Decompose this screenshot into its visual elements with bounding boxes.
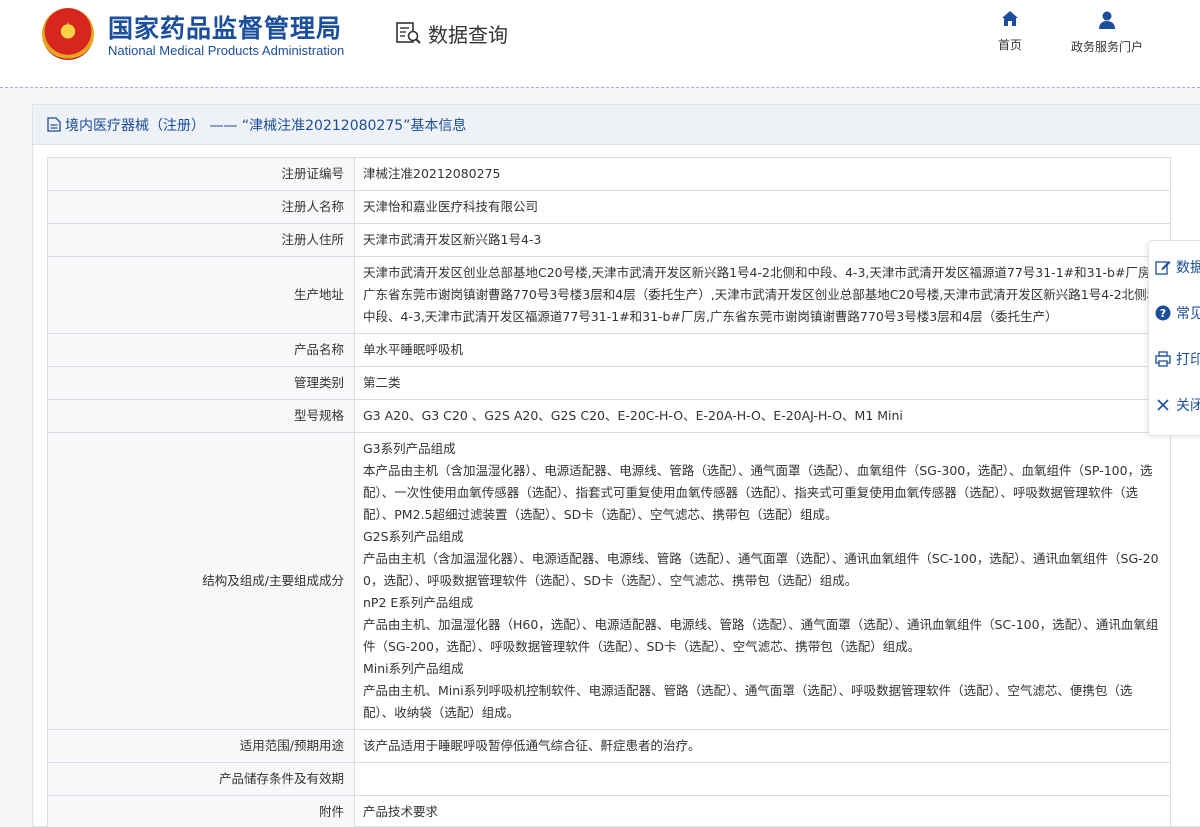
field-value: 天津怡和嘉业医疗科技有限公司 bbox=[354, 190, 1171, 224]
data-correction-button[interactable]: 数据纠错 bbox=[1155, 255, 1200, 279]
field-label: 附件 bbox=[47, 795, 355, 827]
composition-line: Mini系列产品组成 bbox=[363, 661, 464, 676]
faq-label: 常见问题 bbox=[1176, 306, 1200, 322]
table-row: 适用范围/预期用途 该产品适用于睡眠呼吸暂停低通气综合征、鼾症患者的治疗。 bbox=[47, 729, 1171, 763]
composition-line: nP2 E系列产品组成 bbox=[363, 595, 474, 610]
info-table: 注册证编号 津械注准20212080275 注册人名称 天津怡和嘉业医疗科技有限… bbox=[47, 157, 1171, 827]
nav-home-label: 首页 bbox=[997, 38, 1022, 52]
site-title-cn[interactable]: 国家药品监督管理局 bbox=[108, 9, 342, 45]
home-icon bbox=[1002, 11, 1018, 26]
data-query-icon bbox=[396, 22, 421, 44]
table-row: 产品储存条件及有效期 bbox=[47, 762, 1171, 796]
field-value: 该产品适用于睡眠呼吸暂停低通气综合征、鼾症患者的治疗。 bbox=[354, 729, 1171, 763]
field-label: 产品名称 bbox=[47, 333, 355, 367]
field-value: G3 A20、G3 C20 、G2S A20、G2S C20、E-20C-H-O… bbox=[354, 399, 1171, 433]
composition-line: 产品由主机（含加温湿化器）、电源适配器、电源线、管路（选配）、通气面罩（选配）、… bbox=[363, 551, 1159, 588]
field-value: 津械注准20212080275 bbox=[354, 157, 1171, 191]
field-value-multiline: G3系列产品组成 本产品由主机（含加温湿化器）、电源适配器、电源线、管路（选配）… bbox=[354, 432, 1171, 730]
table-row: 管理类别 第二类 bbox=[47, 366, 1171, 400]
field-label: 适用范围/预期用途 bbox=[47, 729, 355, 763]
composition-line: G2S系列产品组成 bbox=[363, 529, 464, 544]
field-label: 生产地址 bbox=[47, 256, 355, 334]
field-value bbox=[354, 762, 1171, 796]
panel-title: 境内医疗器械（注册） —— “津械注准20212080275”基本信息 bbox=[65, 117, 467, 134]
print-icon bbox=[1155, 351, 1171, 367]
info-table-wrapper: 注册证编号 津械注准20212080275 注册人名称 天津怡和嘉业医疗科技有限… bbox=[47, 157, 1171, 827]
field-label: 注册人名称 bbox=[47, 190, 355, 224]
floating-toolbar: 数据纠错 ? 常见问题 打印 关闭 bbox=[1148, 240, 1200, 436]
print-label: 打印 bbox=[1176, 352, 1200, 368]
table-row: 型号规格 G3 A20、G3 C20 、G2S A20、G2S C20、E-20… bbox=[47, 399, 1171, 433]
nav-home[interactable]: 首页 bbox=[960, 10, 1060, 53]
table-row: 结构及组成/主要组成成分 G3系列产品组成 本产品由主机（含加温湿化器）、电源适… bbox=[47, 432, 1171, 730]
field-label: 产品储存条件及有效期 bbox=[47, 762, 355, 796]
data-query-link[interactable]: 数据查询 bbox=[396, 20, 508, 47]
table-row: 产品名称 单水平睡眠呼吸机 bbox=[47, 333, 1171, 367]
svg-text:?: ? bbox=[1160, 307, 1166, 320]
table-row: 注册人住所 天津市武清开发区新兴路1号4-3 bbox=[47, 223, 1171, 257]
composition-line: G3系列产品组成 bbox=[363, 441, 456, 456]
nav-service-portal[interactable]: 政务服务门户 bbox=[1057, 10, 1157, 55]
help-icon: ? bbox=[1155, 305, 1171, 321]
field-value: 天津市武清开发区新兴路1号4-3 bbox=[354, 223, 1171, 257]
nav-service-portal-label: 政务服务门户 bbox=[1070, 40, 1143, 54]
composition-line: 产品由主机、Mini系列呼吸机控制软件、电源适配器、管路（选配）、通气面罩（选配… bbox=[363, 683, 1133, 720]
table-row: 注册人名称 天津怡和嘉业医疗科技有限公司 bbox=[47, 190, 1171, 224]
attachment-link[interactable]: 产品技术要求 bbox=[354, 795, 1171, 827]
field-label: 注册人住所 bbox=[47, 223, 355, 257]
user-icon bbox=[1099, 11, 1115, 29]
detail-panel: 境内医疗器械（注册） —— “津械注准20212080275”基本信息 注册证编… bbox=[32, 104, 1200, 827]
table-row: 附件 产品技术要求 bbox=[47, 795, 1171, 827]
site-header: 国家药品监督管理局 National Medical Products Admi… bbox=[0, 0, 1200, 88]
field-value: 第二类 bbox=[354, 366, 1171, 400]
field-value: 单水平睡眠呼吸机 bbox=[354, 333, 1171, 367]
table-row: 生产地址 天津市武清开发区创业总部基地C20号楼,天津市武清开发区新兴路1号4-… bbox=[47, 256, 1171, 334]
panel-title-bar: 境内医疗器械（注册） —— “津械注准20212080275”基本信息 bbox=[33, 105, 1200, 145]
field-value: 天津市武清开发区创业总部基地C20号楼,天津市武清开发区新兴路1号4-2北侧和中… bbox=[354, 256, 1171, 334]
site-title-en[interactable]: National Medical Products Administration bbox=[108, 43, 344, 58]
composition-line: 产品由主机、加温湿化器（H60，选配）、电源适配器、电源线、管路（选配）、通气面… bbox=[363, 617, 1159, 654]
close-label: 关闭 bbox=[1176, 398, 1200, 414]
faq-button[interactable]: ? 常见问题 bbox=[1155, 301, 1200, 325]
edit-icon bbox=[1155, 261, 1171, 275]
print-button[interactable]: 打印 bbox=[1155, 347, 1200, 371]
field-label: 型号规格 bbox=[47, 399, 355, 433]
close-button[interactable]: 关闭 bbox=[1155, 393, 1200, 417]
field-label: 管理类别 bbox=[47, 366, 355, 400]
data-query-label: 数据查询 bbox=[428, 22, 508, 47]
national-emblem-logo[interactable] bbox=[42, 8, 94, 60]
close-icon bbox=[1157, 399, 1169, 411]
table-row: 注册证编号 津械注准20212080275 bbox=[47, 157, 1171, 191]
document-icon bbox=[47, 117, 61, 132]
field-label: 结构及组成/主要组成成分 bbox=[47, 432, 355, 730]
data-correction-label: 数据纠错 bbox=[1176, 260, 1200, 276]
field-label: 注册证编号 bbox=[47, 157, 355, 191]
composition-line: 本产品由主机（含加温湿化器）、电源适配器、电源线、管路（选配）、通气面罩（选配）… bbox=[363, 463, 1153, 522]
